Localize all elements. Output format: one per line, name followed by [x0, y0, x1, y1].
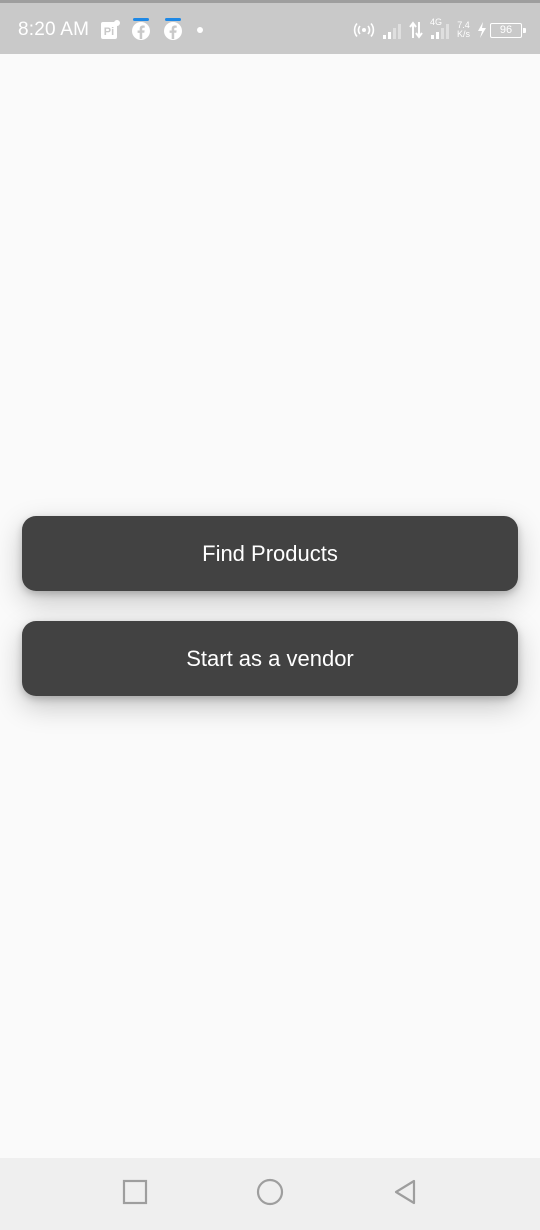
recents-square-icon [122, 1179, 148, 1210]
find-products-button[interactable]: Find Products [22, 516, 518, 591]
home-button[interactable] [245, 1169, 295, 1219]
signal-icon [382, 21, 402, 39]
data-arrows-icon [409, 21, 423, 39]
notification-icons: Pi [99, 18, 204, 42]
network-speed: 7.4 K/s [457, 21, 470, 39]
status-time: 8:20 AM [18, 19, 90, 40]
network-type-label: 4G [429, 17, 442, 27]
back-button[interactable] [380, 1169, 430, 1219]
charging-icon [477, 22, 487, 38]
more-dot-icon [197, 27, 204, 33]
status-right: 4G 7.4 K/s 96 [346, 15, 526, 45]
battery-level: 96 [499, 24, 513, 36]
facebook-icon [161, 18, 185, 42]
signal-4g-icon: 4G [430, 17, 450, 39]
facebook-icon [129, 18, 153, 42]
start-as-vendor-label: Start as a vendor [186, 645, 354, 671]
app-screen: 8:20 AM Pi 4G 7.4 K/s 96 Find Products S… [0, 0, 540, 1230]
system-navigation-bar [0, 1158, 540, 1230]
battery-icon: 96 [490, 22, 526, 38]
back-triangle-icon [392, 1178, 418, 1211]
find-products-label: Find Products [202, 540, 338, 566]
speed-unit: K/s [456, 29, 470, 39]
status-bar: 8:20 AM Pi 4G 7.4 K/s 96 [0, 0, 540, 54]
home-circle-icon [256, 1178, 284, 1211]
pi-notification-icon: Pi [99, 19, 121, 41]
hotspot-icon [353, 22, 375, 38]
main-actions: Find Products Start as a vendor [22, 516, 518, 696]
status-left: 8:20 AM Pi [18, 15, 204, 45]
start-as-vendor-button[interactable]: Start as a vendor [22, 621, 518, 696]
svg-text:Pi: Pi [104, 26, 114, 38]
recents-button[interactable] [110, 1169, 160, 1219]
